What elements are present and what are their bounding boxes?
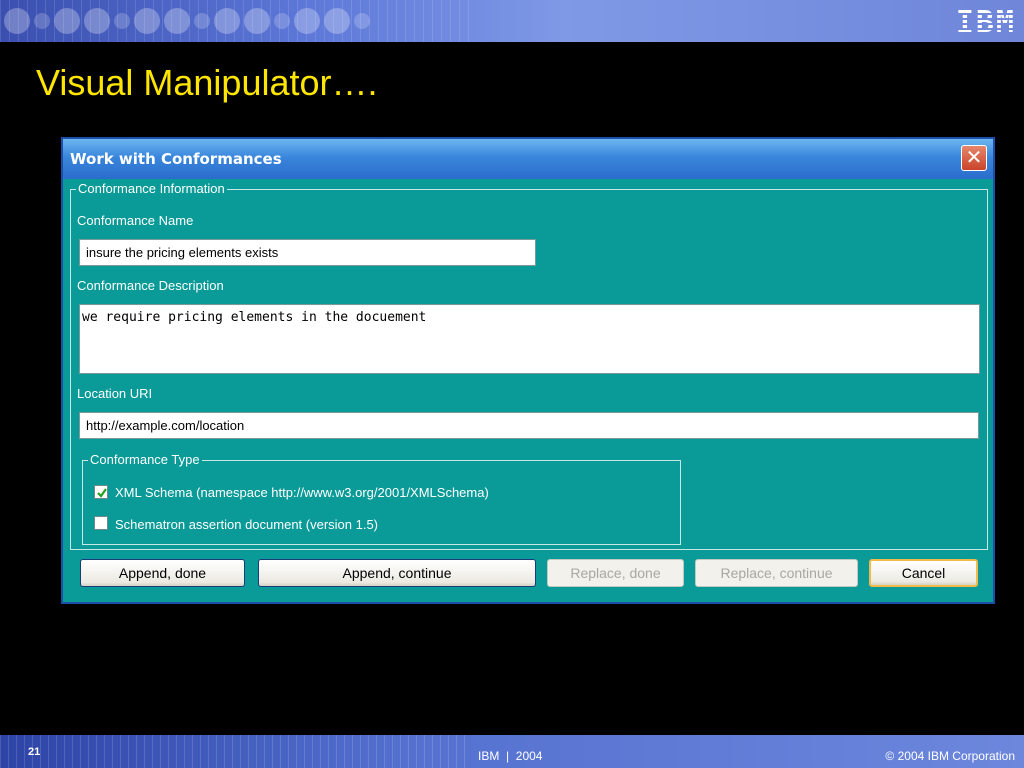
decor-dot [274,13,290,29]
slide-header-band: IBM [0,0,1024,42]
decor-dot [164,8,190,34]
conformance-type-legend: Conformance Type [88,452,202,467]
decor-dot [294,8,320,34]
decor-dot [194,13,210,29]
location-uri-input[interactable]: http://example.com/location [79,412,979,439]
append-continue-button[interactable]: Append, continue [258,559,536,587]
decor-dot [114,13,130,29]
replace-done-button[interactable]: Replace, done [547,559,684,587]
decor-dot [54,8,80,34]
close-icon: ✕ [965,145,983,169]
dialog-title: Work with Conformances [70,150,282,168]
decor-dot [134,8,160,34]
cancel-button[interactable]: Cancel [869,559,978,587]
conformance-information-legend: Conformance Information [76,181,227,196]
decor-dot [214,8,240,34]
schematron-option-label[interactable]: Schematron assertion document (version 1… [115,517,378,532]
conformance-type-group: Conformance Type [82,452,681,545]
decor-dot [324,8,350,34]
location-uri-label: Location URI [77,386,153,401]
decor-dot [34,13,50,29]
conformance-name-input[interactable]: insure the pricing elements exists [79,239,536,266]
footer-copyright: © 2004 IBM Corporation [885,749,1015,763]
close-button[interactable]: ✕ [961,145,987,171]
xml-schema-checkbox[interactable] [94,485,108,499]
ibm-logo: IBM [955,5,1016,40]
decor-dot [354,13,370,29]
conformance-name-label: Conformance Name [77,213,194,228]
decor-dot [244,8,270,34]
conformance-description-label: Conformance Description [77,278,224,293]
footer-center-text: IBM | 2004 [478,749,543,763]
append-done-button[interactable]: Append, done [80,559,245,587]
footer-grid-pattern [0,735,470,768]
slide-title: Visual Manipulator…. [36,62,378,103]
dialog-titlebar[interactable]: Work with Conformances ✕ [63,139,993,179]
header-dot-pattern [0,0,370,42]
decor-dot [4,8,30,34]
xml-schema-option-label[interactable]: XML Schema (namespace http://www.w3.org/… [115,485,489,500]
replace-continue-button[interactable]: Replace, continue [695,559,858,587]
slide-number: 21 [28,746,41,758]
checkmark-icon [97,488,107,498]
schematron-checkbox[interactable] [94,516,108,530]
decor-dot [84,8,110,34]
work-with-conformances-dialog: Work with Conformances ✕ Conformance Inf… [61,137,995,604]
conformance-description-textarea[interactable]: we require pricing elements in the docue… [79,304,980,374]
